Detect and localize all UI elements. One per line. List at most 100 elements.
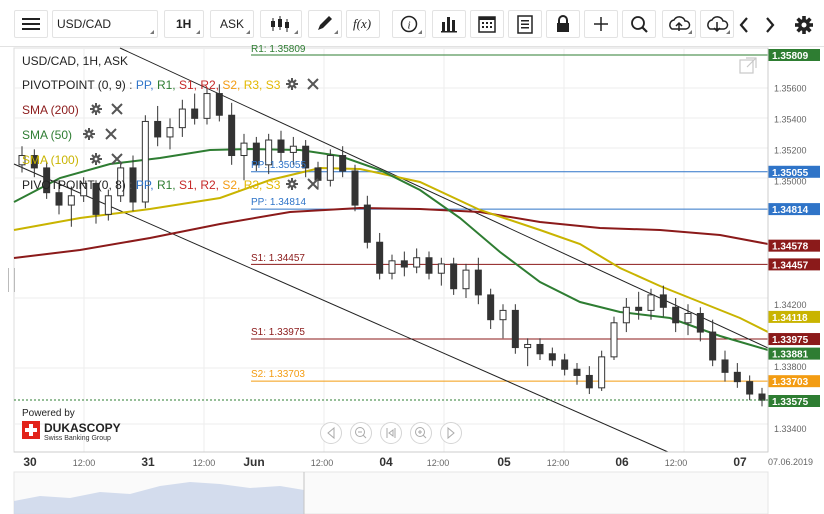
candle-body [511,309,519,349]
time-tick-label: 04 [379,455,393,469]
close-icon[interactable] [307,178,319,190]
scroll-handle[interactable] [8,268,15,292]
time-tick-label: 12:00 [73,458,96,468]
pivot-indicator-1[interactable]: PIVOTPOINT (0, 9) : PP, R1, S1, R2, S2, … [22,78,319,92]
candle-body [104,195,112,215]
candle-body [191,108,199,119]
zoom-out-icon [355,427,367,439]
info-button[interactable]: i [392,10,426,38]
candle-body [709,331,717,361]
zoom-out-button[interactable] [350,422,372,444]
reset-view-button[interactable] [380,422,402,444]
time-tick-label: 12:00 [547,458,570,468]
chevron-right-icon[interactable] [760,12,780,38]
zoom-in-button[interactable] [410,422,432,444]
chart-type-button[interactable] [260,10,302,38]
gear-icon[interactable] [83,128,96,140]
price-side-select[interactable]: ASK [210,10,254,38]
price-tag-label: 1.34578 [772,242,809,253]
branding: Powered by DUKASCOPY Swiss Banking Group [22,408,121,442]
gear-icon[interactable] [90,103,103,115]
dropdown-corner-icon [192,30,200,34]
gear-icon[interactable] [792,12,816,38]
candle-body [363,204,371,243]
pivot-level-name: S1, [178,178,201,192]
lock-button[interactable] [546,10,580,38]
candle-body [55,192,63,206]
price-tick-label: 1.35400 [774,114,807,124]
zoom-button[interactable] [622,10,656,38]
close-icon[interactable] [111,103,124,115]
symbol-select[interactable]: USD/CAD [52,10,158,38]
candle-body [178,108,186,129]
draw-button[interactable] [308,10,342,38]
scroll-right-button[interactable] [440,422,462,444]
pivot-level-name: S3 [265,78,284,92]
scroll-left-button[interactable] [320,422,342,444]
gear-icon[interactable] [285,78,298,90]
pivot-level-name: : [129,78,136,92]
candle-body [437,263,445,274]
volume-button[interactable] [432,10,466,38]
candle-body [635,306,643,311]
date-label: 07.06.2019 [768,457,813,467]
gear-icon[interactable] [90,153,103,165]
level-label-r1: R1: 1.35809 [251,44,306,55]
pivot-indicator-2[interactable]: PIVOTPOINT (0, 8) : PP, R1, S1, R2, S2, … [22,178,319,192]
price-tag-label: 1.33975 [772,335,809,346]
popout-icon[interactable] [738,56,758,76]
candle-body [721,359,729,373]
dropdown-corner-icon [684,30,692,34]
crosshair-button[interactable] [584,10,618,38]
dropdown-corner-icon [290,30,298,34]
time-tick-label: 06 [615,455,629,469]
pivot-level-name: R1, [156,78,179,92]
download-button[interactable] [700,10,734,38]
sma50-indicator[interactable]: SMA (50) [22,128,117,142]
close-icon[interactable] [307,78,319,90]
sma100-label: SMA (100) [22,153,79,167]
price-chart[interactable]: 1.358091.350551.348141.345781.344571.341… [0,46,824,514]
pivot-indicator-1-name: PIVOTPOINT (0, 9) [22,78,126,92]
dropdown-corner-icon [414,30,422,34]
candle-body [684,312,692,324]
menu-icon [22,18,40,30]
symbol-value: USD/CAD [57,17,112,31]
pivot-level-name: R1, [156,178,179,192]
level-label-pp-a: PP: 1.35055 [251,160,307,171]
candle-body [154,120,162,138]
timeframe-select[interactable]: 1H [164,10,204,38]
candle-body [326,155,334,181]
price-tag-label: 1.34457 [772,260,809,271]
sma100-indicator[interactable]: SMA (100) [22,153,124,167]
powered-by-text: Powered by [22,408,75,419]
plot-frame [13,47,769,453]
calendar-button[interactable] [470,10,504,38]
time-tick-label: 07 [733,455,747,469]
upload-button[interactable] [662,10,696,38]
zoom-icon [631,16,648,33]
sma200-indicator[interactable]: SMA (200) [22,103,124,117]
candle-body [450,263,458,290]
toolbar: USD/CAD 1H ASK f(x) i [0,0,824,47]
crosshair-icon [594,17,608,31]
pivot-indicator-2-name: PIVOTPOINT (0, 8) [22,178,126,192]
chart-area[interactable]: 1.35809 1.35055 1.34814 1.34578 1.34457 1.341… [0,44,824,514]
chevron-left-icon[interactable] [734,12,754,38]
function-icon: f(x) [353,16,372,31]
close-icon[interactable] [104,128,117,140]
price-side-value: ASK [220,17,245,31]
candle-body [277,139,285,153]
zoom-in-icon [415,427,427,439]
pivot-level-name: PP, [135,178,157,192]
gear-icon[interactable] [285,178,298,190]
candle-body [536,343,544,355]
function-button[interactable]: f(x) [346,10,380,38]
close-icon[interactable] [111,153,124,165]
report-button[interactable] [508,10,542,38]
candle-body [733,371,741,383]
menu-button[interactable] [14,10,48,38]
candle-body [499,309,507,321]
triangle-right-icon [447,426,455,440]
level-label-s1-b: S1: 1.33975 [251,327,305,338]
